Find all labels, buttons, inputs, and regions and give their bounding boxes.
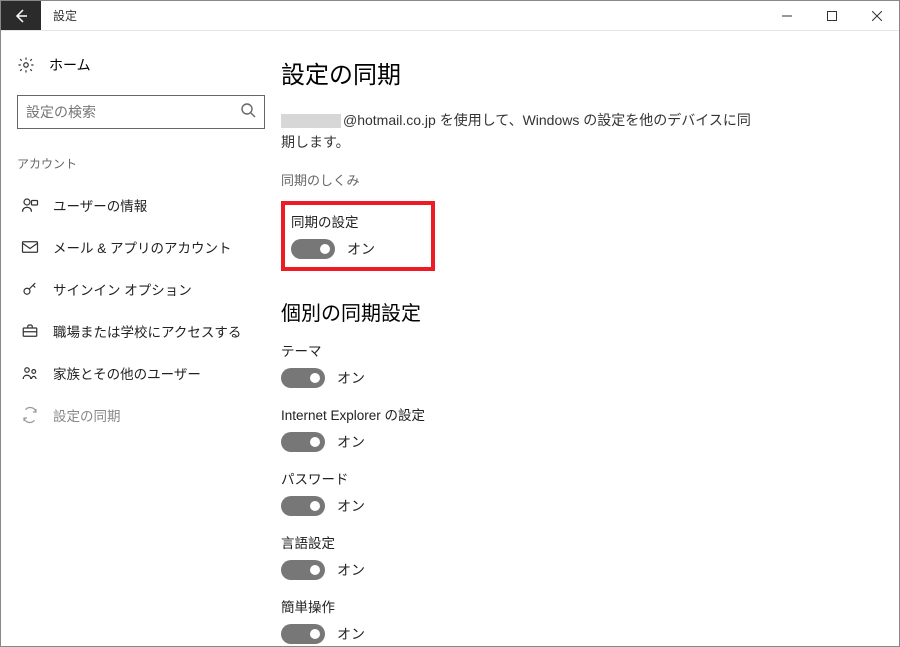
sidebar-item-label: サインイン オプション <box>53 279 192 299</box>
toggle-language-block: 言語設定 オン <box>281 532 869 580</box>
toggle-ease-label: 簡単操作 <box>281 596 869 616</box>
toggle-language[interactable] <box>281 560 325 580</box>
sync-icon <box>21 406 39 424</box>
content-pane: 設定の同期 @hotmail.co.jp を使用して、Windows の設定を他… <box>281 31 899 646</box>
close-button[interactable] <box>854 1 899 30</box>
home-label: ホーム <box>49 55 91 75</box>
sync-description-line2: 期します。 <box>281 132 869 152</box>
key-icon <box>21 280 39 298</box>
search-icon <box>240 102 256 123</box>
toggle-password-label: パスワード <box>281 468 869 488</box>
main-toggle-label: 同期の設定 <box>291 211 375 231</box>
titlebar: 設定 <box>1 1 899 31</box>
user-info-icon <box>21 196 39 214</box>
close-icon <box>872 11 882 21</box>
highlight-box: 同期の設定 オン <box>281 201 435 271</box>
main-layout: ホーム アカウント ユーザーの情報 メール & アプリのアカウント <box>1 31 899 646</box>
main-toggle[interactable] <box>291 239 335 259</box>
mail-icon <box>21 238 39 256</box>
toggle-ease-block: 簡単操作 オン <box>281 596 869 644</box>
toggle-theme-label: テーマ <box>281 340 869 360</box>
sidebar-section-label: アカウント <box>11 149 271 178</box>
sidebar-item-work-school[interactable]: 職場または学校にアクセスする <box>11 310 271 352</box>
how-sync-works-link[interactable]: 同期のしくみ <box>281 170 869 189</box>
sidebar-item-user-info[interactable]: ユーザーの情報 <box>11 184 271 226</box>
minimize-button[interactable] <box>764 1 809 30</box>
back-arrow-icon <box>13 8 29 24</box>
toggle-ie-block: Internet Explorer の設定 オン <box>281 404 869 452</box>
minimize-icon <box>782 11 792 21</box>
sidebar-item-label: ユーザーの情報 <box>53 195 147 215</box>
back-button[interactable] <box>1 1 41 30</box>
toggle-password-state: オン <box>337 496 365 516</box>
toggle-language-label: 言語設定 <box>281 532 869 552</box>
sync-description-line1: @hotmail.co.jp を使用して、Windows の設定を他のデバイスに… <box>281 110 869 130</box>
toggle-password[interactable] <box>281 496 325 516</box>
toggle-language-state: オン <box>337 560 365 580</box>
toggle-theme-block: テーマ オン <box>281 340 869 388</box>
toggle-ease-state: オン <box>337 624 365 644</box>
maximize-icon <box>827 11 837 21</box>
maximize-button[interactable] <box>809 1 854 30</box>
sidebar: ホーム アカウント ユーザーの情報 メール & アプリのアカウント <box>1 31 281 646</box>
individual-sync-header: 個別の同期設定 <box>281 297 869 326</box>
sidebar-item-label: 職場または学校にアクセスする <box>53 321 241 341</box>
sidebar-item-label: メール & アプリのアカウント <box>53 237 232 257</box>
toggle-ie[interactable] <box>281 432 325 452</box>
sidebar-item-signin-options[interactable]: サインイン オプション <box>11 268 271 310</box>
home-button[interactable]: ホーム <box>11 49 271 89</box>
toggle-ie-label: Internet Explorer の設定 <box>281 404 869 424</box>
family-icon <box>21 364 39 382</box>
search-input-wrapper[interactable] <box>17 95 265 129</box>
sidebar-item-family-users[interactable]: 家族とその他のユーザー <box>11 352 271 394</box>
toggle-password-block: パスワード オン <box>281 468 869 516</box>
redacted-email-prefix <box>281 114 341 128</box>
window-title: 設定 <box>41 1 764 30</box>
toggle-ease[interactable] <box>281 624 325 644</box>
toggle-ie-state: オン <box>337 432 365 452</box>
main-toggle-state: オン <box>347 239 375 259</box>
briefcase-icon <box>21 322 39 340</box>
toggle-theme[interactable] <box>281 368 325 388</box>
gear-icon <box>17 56 35 74</box>
sidebar-item-sync-settings[interactable]: 設定の同期 <box>11 394 271 436</box>
sidebar-item-label: 設定の同期 <box>53 405 121 425</box>
sidebar-item-mail-accounts[interactable]: メール & アプリのアカウント <box>11 226 271 268</box>
search-input[interactable] <box>26 104 240 120</box>
page-title: 設定の同期 <box>281 55 869 90</box>
toggle-theme-state: オン <box>337 368 365 388</box>
sync-description-text: @hotmail.co.jp を使用して、Windows の設定を他のデバイスに… <box>343 112 751 128</box>
sidebar-item-label: 家族とその他のユーザー <box>53 363 201 383</box>
